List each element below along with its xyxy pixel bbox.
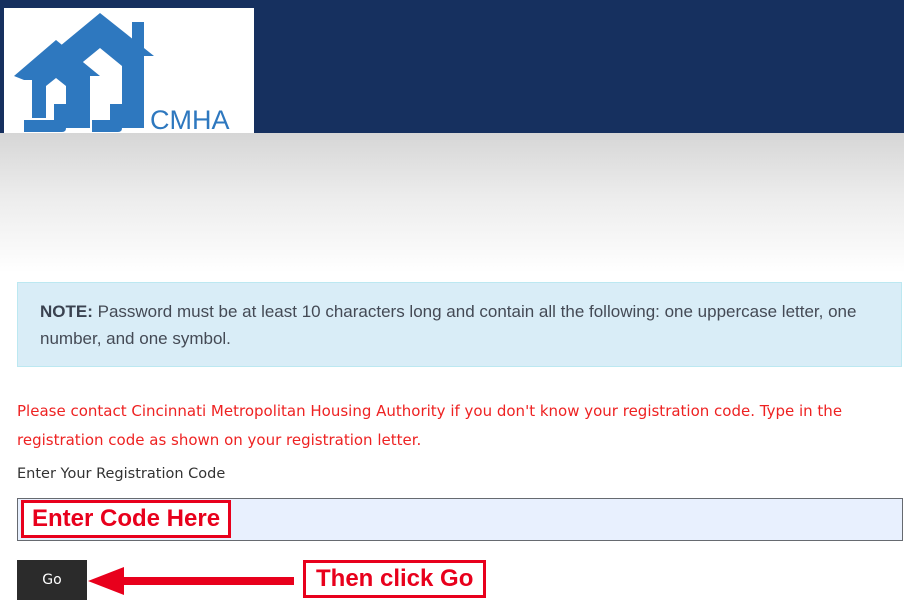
note-text: Password must be at least 10 characters …	[40, 302, 857, 348]
password-note: NOTE: Password must be at least 10 chara…	[17, 282, 902, 367]
cmha-logo[interactable]: CMHA	[4, 8, 254, 135]
go-button[interactable]: Go	[17, 560, 87, 600]
hero-banner	[0, 133, 904, 273]
logo-text: CMHA	[150, 105, 230, 135]
left-arrow-icon	[88, 567, 294, 595]
enter-code-callout: Enter Code Here	[21, 500, 232, 538]
registration-instructions: Please contact Cincinnati Metropolitan H…	[17, 402, 843, 449]
click-go-callout: Then click Go	[303, 560, 487, 598]
note-label: NOTE:	[40, 302, 93, 321]
registration-code-label: Enter Your Registration Code	[17, 466, 226, 482]
site-header: CMHA	[0, 0, 904, 135]
